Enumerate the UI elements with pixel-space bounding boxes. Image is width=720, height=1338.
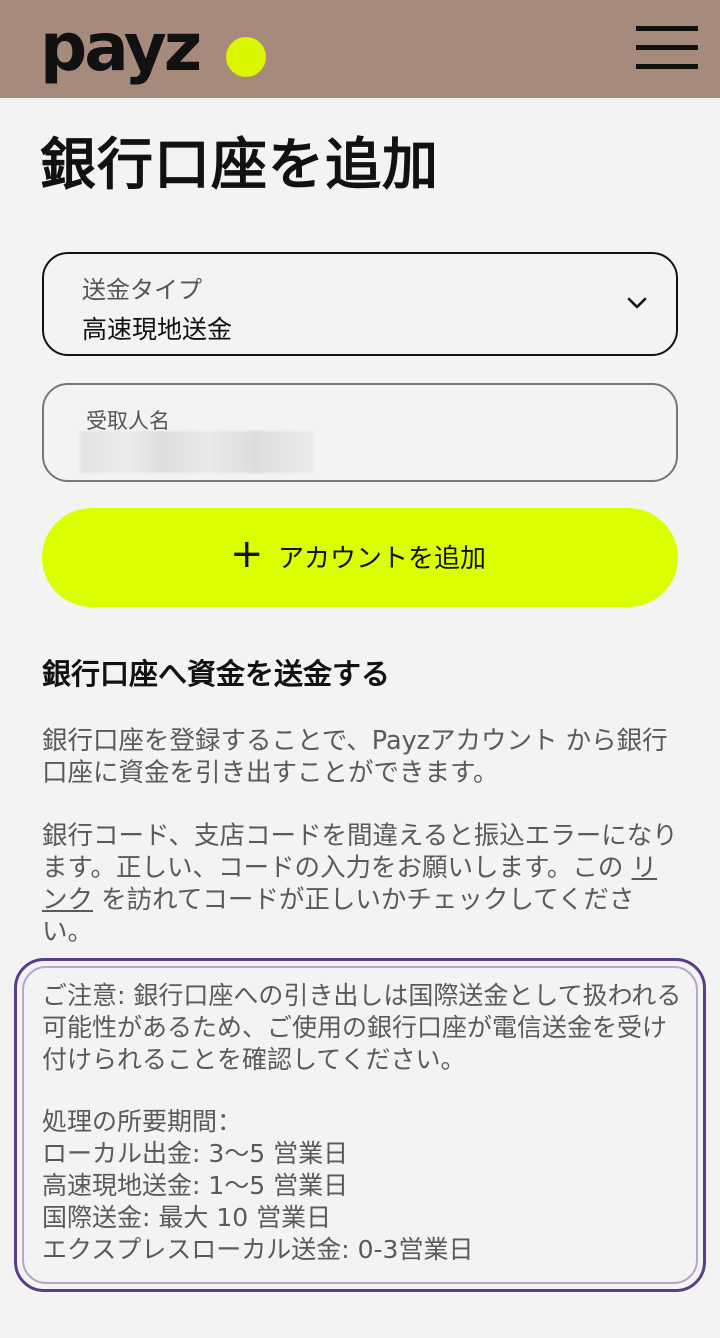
chevron-down-icon	[627, 297, 647, 309]
transfer-type-select[interactable]: 送金タイプ 高速現地送金	[42, 252, 678, 356]
processing-item-local: ローカル出金: 3〜5 営業日	[42, 1139, 349, 1168]
add-account-label: アカウントを追加	[278, 544, 487, 574]
payz-logo[interactable]: payz	[40, 8, 202, 88]
recipient-name-field[interactable]: 受取人名	[42, 383, 678, 482]
processing-item-express-local: エクスプレスローカル送金: 0-3営業日	[42, 1235, 474, 1264]
page-title: 銀行口座を追加	[40, 133, 439, 198]
notice-caution-text: ご注意: 銀行口座への引き出しは国際送金として扱われる可能性があるため、ご使用の…	[42, 981, 682, 1074]
section-title: 銀行口座へ資金を送金する	[42, 657, 391, 691]
redacted-name-value	[80, 431, 314, 473]
processing-title: 処理の所要期間：	[42, 1107, 243, 1136]
transfer-type-value: 高速現地送金	[82, 315, 233, 344]
info-paragraph-2-text-b: を訪れてコードが正しいかチェックしてください。	[42, 885, 635, 947]
top-header: payz	[0, 0, 720, 98]
info-paragraph-1: 銀行口座を登録することで、Payzアカウント から銀行口座に資金を引き出すことが…	[42, 726, 668, 788]
hamburger-menu-icon[interactable]	[636, 26, 698, 72]
info-paragraph-2: 銀行コード、支店コードを間違えると振込エラーになります。正しい、コードの入力をお…	[42, 820, 682, 948]
transfer-type-label: 送金タイプ	[82, 276, 202, 304]
add-account-button[interactable]: + アカウントを追加	[42, 508, 678, 607]
processing-item-fast-local: 高速現地送金: 1〜5 営業日	[42, 1171, 349, 1200]
plus-icon: +	[230, 531, 264, 577]
info-paragraph-2-text-a: 銀行コード、支店コードを間違えると振込エラーになります。正しい、コードの入力をお…	[42, 821, 678, 883]
logo-dot-icon	[226, 37, 266, 77]
processing-item-international: 国際送金: 最大 10 営業日	[42, 1203, 332, 1232]
processing-times: 処理の所要期間： ローカル出金: 3〜5 営業日 高速現地送金: 1〜5 営業日…	[42, 1106, 682, 1266]
